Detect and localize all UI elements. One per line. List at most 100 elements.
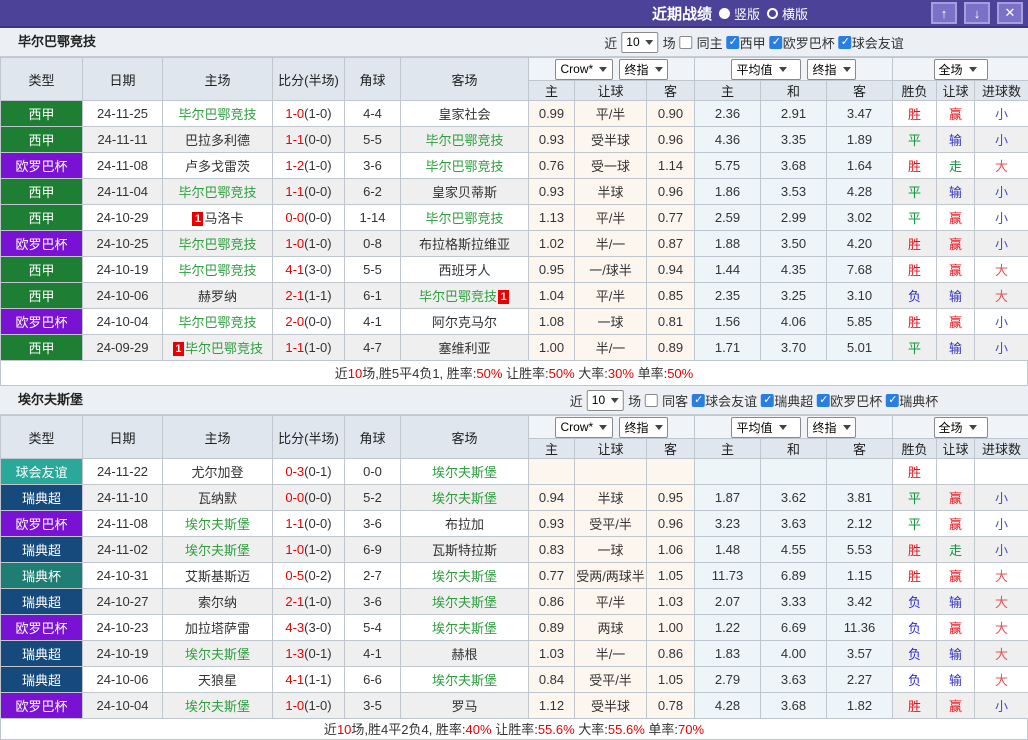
- bookmaker-select[interactable]: Crow*: [555, 59, 613, 80]
- scope-select[interactable]: 全场: [934, 417, 988, 438]
- filter-bar: 埃尔夫斯堡近10场同客球会友谊瑞典超欧罗巴杯瑞典杯: [0, 386, 1028, 415]
- home-team[interactable]: 赫罗纳: [163, 283, 273, 309]
- away-team[interactable]: 皇家贝蒂斯: [401, 179, 529, 205]
- home-team[interactable]: 埃尔夫斯堡: [163, 511, 273, 537]
- scope-select[interactable]: 全场: [934, 59, 988, 80]
- away-team[interactable]: 西班牙人: [401, 257, 529, 283]
- away-team[interactable]: 毕尔巴鄂竞技1: [401, 283, 529, 309]
- move-up-button[interactable]: ↑: [931, 2, 957, 24]
- avg-time-select-value: 终指: [812, 61, 836, 78]
- layout-vertical-radio[interactable]: 竖版: [719, 4, 760, 23]
- result-goals: 小: [975, 309, 1028, 335]
- home-team[interactable]: 毕尔巴鄂竞技: [163, 309, 273, 335]
- match-count-select[interactable]: 10: [587, 390, 624, 411]
- league-filter-checkbox[interactable]: [727, 36, 740, 49]
- away-team[interactable]: 埃尔夫斯堡: [401, 589, 529, 615]
- result-outcome: 负: [893, 589, 937, 615]
- summary-segment: 让胜率:: [492, 722, 538, 737]
- score: 2-0(0-0): [273, 309, 345, 335]
- home-team[interactable]: 毕尔巴鄂竞技: [163, 257, 273, 283]
- away-team[interactable]: 塞维利亚: [401, 335, 529, 361]
- away-team[interactable]: 布拉格斯拉维亚: [401, 231, 529, 257]
- away-team[interactable]: 皇家社会: [401, 101, 529, 127]
- league-filter-checkbox[interactable]: [692, 394, 705, 407]
- corner-score: 0-0: [345, 459, 401, 485]
- avg-draw-odds: 3.33: [761, 589, 827, 615]
- layout-horizontal-radio[interactable]: 横版: [767, 4, 808, 23]
- move-down-button[interactable]: ↓: [964, 2, 990, 24]
- halftime-score: (0-2): [304, 568, 331, 583]
- avg-time-select[interactable]: 终指: [807, 417, 855, 438]
- away-team[interactable]: 瓦斯特拉斯: [401, 537, 529, 563]
- home-team[interactable]: 毕尔巴鄂竞技: [163, 179, 273, 205]
- result-goals: 小: [975, 127, 1028, 153]
- result-goals: 大: [975, 153, 1028, 179]
- same-venue-checkbox[interactable]: [645, 394, 658, 407]
- league-filter-checkbox[interactable]: [817, 394, 830, 407]
- home-team[interactable]: 尤尔加登: [163, 459, 273, 485]
- home-team[interactable]: 加拉塔萨雷: [163, 615, 273, 641]
- average-select[interactable]: 平均值: [731, 417, 801, 438]
- fulltime-score: 4-1: [285, 672, 304, 687]
- odds-home: 0.95: [529, 257, 575, 283]
- league-filter-checkbox[interactable]: [770, 36, 783, 49]
- away-team[interactable]: 毕尔巴鄂竞技: [401, 153, 529, 179]
- odds-time-select[interactable]: 终指: [619, 417, 667, 438]
- odds-handicap: 一球: [575, 537, 647, 563]
- team-link: 毕尔巴鄂竞技: [425, 159, 503, 174]
- home-team[interactable]: 艾斯基斯迈: [163, 563, 273, 589]
- away-team[interactable]: 布拉加: [401, 511, 529, 537]
- match-count-select[interactable]: 10: [621, 32, 658, 53]
- league-filter-checkbox[interactable]: [886, 394, 899, 407]
- away-team[interactable]: 埃尔夫斯堡: [401, 615, 529, 641]
- same-venue-checkbox[interactable]: [680, 36, 693, 49]
- away-team[interactable]: 赫根: [401, 641, 529, 667]
- home-team[interactable]: 毕尔巴鄂竞技: [163, 101, 273, 127]
- home-team[interactable]: 埃尔夫斯堡: [163, 641, 273, 667]
- away-team[interactable]: 埃尔夫斯堡: [401, 485, 529, 511]
- avg-time-select[interactable]: 终指: [807, 59, 855, 80]
- away-team[interactable]: 阿尔克马尔: [401, 309, 529, 335]
- away-team[interactable]: 毕尔巴鄂竞技: [401, 127, 529, 153]
- result-goals: 小: [975, 231, 1028, 257]
- avg-draw-odds: 2.91: [761, 101, 827, 127]
- col-avg-away: 客: [827, 439, 893, 459]
- league-filter-label: 欧罗巴杯: [830, 391, 882, 410]
- away-team[interactable]: 毕尔巴鄂竞技: [401, 205, 529, 231]
- home-team[interactable]: 毕尔巴鄂竞技: [163, 231, 273, 257]
- league-filter-checkbox[interactable]: [839, 36, 852, 49]
- home-team[interactable]: 埃尔夫斯堡: [163, 693, 273, 719]
- result-handicap: 赢: [937, 257, 975, 283]
- halftime-score: (1-0): [304, 158, 331, 173]
- home-team[interactable]: 瓦纳默: [163, 485, 273, 511]
- home-team[interactable]: 埃尔夫斯堡: [163, 537, 273, 563]
- col-away: 客场: [401, 58, 529, 101]
- team-link: 毕尔巴鄂竞技: [178, 263, 256, 278]
- away-team[interactable]: 埃尔夫斯堡: [401, 667, 529, 693]
- home-team[interactable]: 巴拉多利德: [163, 127, 273, 153]
- col-date: 日期: [83, 58, 163, 101]
- match-date: 24-11-02: [83, 537, 163, 563]
- average-select-value: 平均值: [736, 419, 772, 436]
- matches-label: 场: [628, 391, 641, 410]
- odds-time-select[interactable]: 终指: [619, 59, 667, 80]
- summary-segment: 55.6%: [608, 722, 645, 737]
- home-team[interactable]: 天狼星: [163, 667, 273, 693]
- home-team[interactable]: 1毕尔巴鄂竞技: [163, 335, 273, 361]
- avg-away-odds: 3.42: [827, 589, 893, 615]
- home-team[interactable]: 1马洛卡: [163, 205, 273, 231]
- away-team[interactable]: 埃尔夫斯堡: [401, 563, 529, 589]
- league-filter-checkbox[interactable]: [761, 394, 774, 407]
- average-select[interactable]: 平均值: [731, 59, 801, 80]
- layout-horizontal-label: 横版: [782, 4, 808, 23]
- away-team[interactable]: 埃尔夫斯堡: [401, 459, 529, 485]
- team-link: 天狼星: [198, 673, 237, 688]
- bookmaker-select[interactable]: Crow*: [555, 417, 613, 438]
- odds-away: 0.81: [647, 309, 695, 335]
- avg-draw-odds: 4.55: [761, 537, 827, 563]
- home-team[interactable]: 卢多戈雷茨: [163, 153, 273, 179]
- close-button[interactable]: ✕: [997, 2, 1023, 24]
- home-team[interactable]: 索尔纳: [163, 589, 273, 615]
- away-team[interactable]: 罗马: [401, 693, 529, 719]
- avg-away-odds: 11.36: [827, 615, 893, 641]
